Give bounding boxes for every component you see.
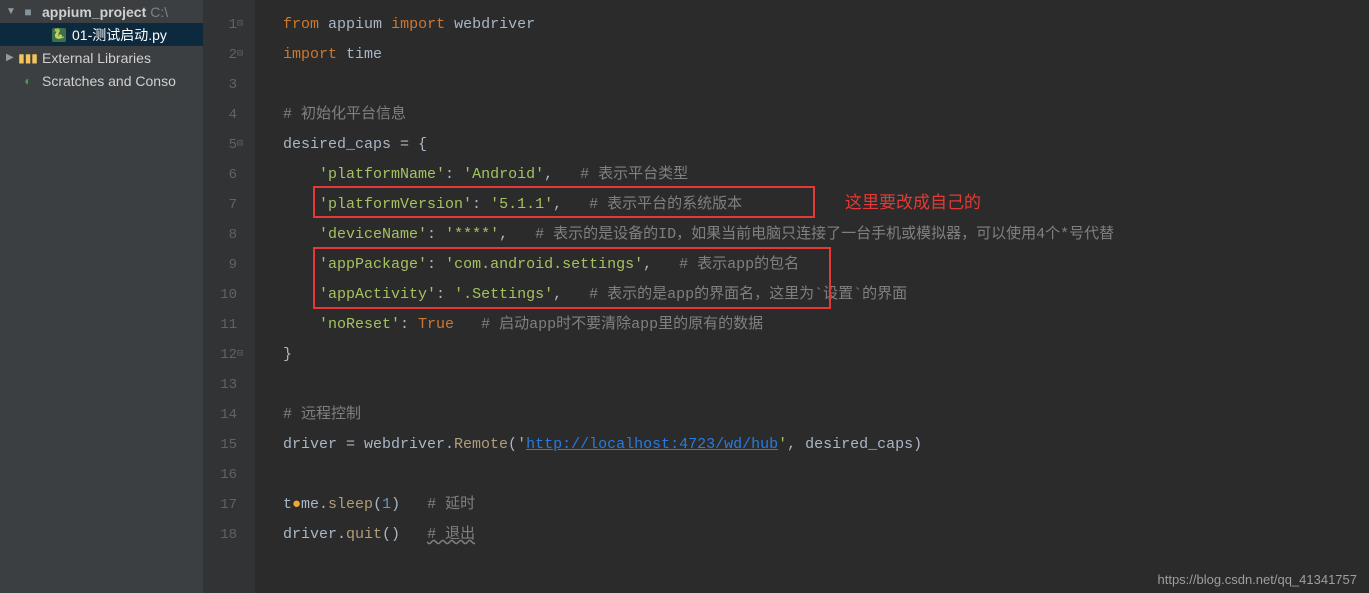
code-line: 'deviceName': '****', # 表示的是设备的ID，如果当前电脑… (283, 220, 1369, 250)
line-number: 12 (203, 340, 237, 370)
line-number: 5 (203, 130, 237, 160)
line-number: 6 (203, 160, 237, 190)
watermark: https://blog.csdn.net/qq_41341757 (1158, 572, 1358, 587)
code-area[interactable]: ⊟from appium import webdriver ⊟import ti… (255, 0, 1369, 593)
line-number: 15 (203, 430, 237, 460)
code-line: driver.quit() # 退出 (283, 520, 1369, 550)
scratches-label: Scratches and Conso (42, 73, 176, 89)
project-path: C:\ (150, 4, 168, 20)
code-line: ⊟import time (283, 40, 1369, 70)
code-line: 'platformVersion': '5.1.1', # 表示平台的系统版本 (283, 190, 1369, 220)
scratches[interactable]: ◐ Scratches and Conso (0, 69, 203, 92)
line-gutter: 1 2 3 4 5 6 7 8 9 10 11 12 13 14 15 16 1… (203, 0, 255, 593)
code-line (283, 370, 1369, 400)
line-number: 8 (203, 220, 237, 250)
code-line: 'appActivity': '.Settings', # 表示的是app的界面… (283, 280, 1369, 310)
scratches-icon: ◐ (20, 73, 36, 89)
code-line: # 初始化平台信息 (283, 100, 1369, 130)
code-line: driver = webdriver.Remote('http://localh… (283, 430, 1369, 460)
annotation-text: 这里要改成自己的 (845, 188, 981, 214)
project-root[interactable]: ▼ ■ appium_project C:\ (0, 0, 203, 23)
file-name: 01-测试启动.py (72, 25, 167, 45)
code-line: t●me.sleep(1) # 延时 (283, 490, 1369, 520)
line-number: 1 (203, 10, 237, 40)
library-icon: ▮▮▮ (20, 50, 36, 66)
code-line: 'appPackage': 'com.android.settings', # … (283, 250, 1369, 280)
line-number: 18 (203, 520, 237, 550)
project-sidebar: ▼ ■ appium_project C:\ 🐍 01-测试启动.py ▶ ▮▮… (0, 0, 203, 593)
line-number: 11 (203, 310, 237, 340)
folder-icon: ■ (20, 4, 36, 20)
code-line (283, 70, 1369, 100)
code-line: ⊟desired_caps = { (283, 130, 1369, 160)
line-number: 2 (203, 40, 237, 70)
line-number: 7 (203, 190, 237, 220)
external-libraries[interactable]: ▶ ▮▮▮ External Libraries (0, 46, 203, 69)
line-number: 10 (203, 280, 237, 310)
file-item[interactable]: 🐍 01-测试启动.py (0, 23, 203, 46)
code-line: 'platformName': 'Android', # 表示平台类型 (283, 160, 1369, 190)
code-line: ⊟from appium import webdriver (283, 10, 1369, 40)
code-line: # 远程控制 (283, 400, 1369, 430)
line-number: 9 (203, 250, 237, 280)
libraries-label: External Libraries (42, 50, 151, 66)
line-number: 4 (203, 100, 237, 130)
project-name: appium_project (42, 4, 146, 20)
line-number: 14 (203, 400, 237, 430)
code-line (283, 460, 1369, 490)
line-number: 16 (203, 460, 237, 490)
line-number: 3 (203, 70, 237, 100)
python-file-icon: 🐍 (52, 28, 66, 42)
expand-arrow-icon[interactable]: ▼ (6, 6, 18, 17)
code-line: 'noReset': True # 启动app时不要清除app里的原有的数据 (283, 310, 1369, 340)
code-editor[interactable]: 1 2 3 4 5 6 7 8 9 10 11 12 13 14 15 16 1… (203, 0, 1369, 593)
line-number: 17 (203, 490, 237, 520)
line-number: 13 (203, 370, 237, 400)
code-line: ⊟} (283, 340, 1369, 370)
intention-bulb-icon[interactable]: ● (292, 496, 301, 513)
expand-arrow-icon[interactable]: ▶ (6, 52, 18, 63)
